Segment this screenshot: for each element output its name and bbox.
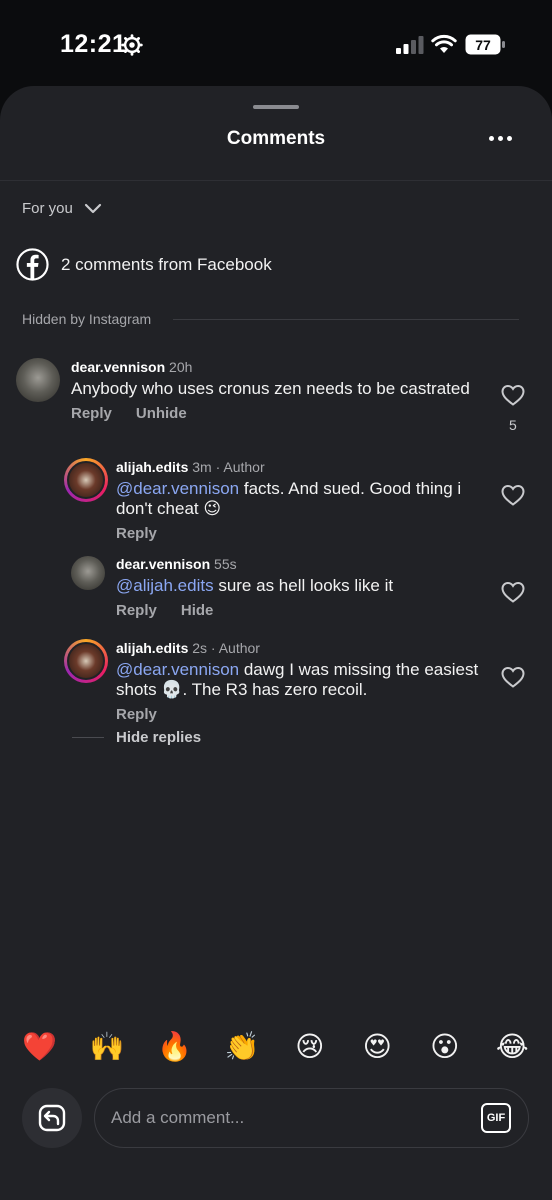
emoji-raised-hands[interactable]: 🙌 [84, 1030, 130, 1063]
heart-icon[interactable] [501, 581, 525, 603]
comments-sheet: Comments For you 2 comments from Faceboo… [0, 86, 552, 1200]
reply-text: @dear.vennison dawg I was missing the ea… [116, 660, 479, 699]
comment-input-field[interactable]: GIF [94, 1088, 529, 1148]
comment-username[interactable]: dear.vennison [71, 359, 165, 375]
reply-button[interactable]: Reply [71, 405, 112, 422]
heart-icon[interactable] [501, 384, 525, 406]
reply-time: 2s · Author [192, 640, 260, 656]
reply-text: @alijah.edits sure as hell looks like it [116, 576, 394, 595]
cellular-signal-icon [396, 36, 424, 54]
sheet-title: Comments [226, 128, 326, 149]
header-divider [0, 180, 552, 181]
avatar[interactable] [71, 556, 105, 590]
comment-input[interactable] [111, 1089, 471, 1147]
mention-link[interactable]: @dear.vennison [116, 660, 239, 679]
share-button[interactable] [22, 1088, 82, 1148]
reply-username[interactable]: alijah.edits [116, 640, 188, 656]
reply-username[interactable]: alijah.edits [116, 459, 188, 475]
comment-text: Anybody who uses cronus zen needs to be … [71, 379, 470, 398]
battery-level: 77 [475, 37, 491, 53]
more-options-button[interactable] [482, 124, 518, 152]
chevron-down-icon [84, 203, 101, 213]
share-icon [38, 1104, 66, 1132]
hide-replies-button[interactable]: Hide replies [72, 729, 201, 746]
facebook-comments-row[interactable]: 2 comments from Facebook [16, 248, 272, 281]
mention-link[interactable]: @alijah.edits [116, 576, 214, 595]
emoji-crying[interactable]: 😢 [287, 1030, 333, 1063]
emoji-laughing[interactable]: 😂 [489, 1030, 535, 1063]
hidden-by-instagram-divider: Hidden by Instagram [22, 311, 519, 327]
reply-text: @dear.vennison facts. And sued. Good thi… [116, 479, 462, 518]
emoji-quick-bar: ❤️ 🙌 🔥 👏 😢 😍 😮 😂 [0, 1030, 552, 1063]
facebook-icon [16, 248, 49, 281]
reply-button[interactable]: Reply [116, 525, 157, 542]
facebook-comments-text: 2 comments from Facebook [61, 254, 272, 274]
avatar[interactable] [64, 458, 108, 502]
emoji-fire[interactable]: 🔥 [152, 1030, 198, 1063]
reply-username[interactable]: dear.vennison [116, 556, 210, 572]
gear-icon [121, 34, 143, 56]
reply-comment: alijah.edits 2s · Author @dear.vennison … [116, 640, 486, 723]
hide-button[interactable]: Hide [181, 602, 214, 619]
heart-icon[interactable] [501, 666, 525, 688]
reply-button[interactable]: Reply [116, 602, 157, 619]
comment: dear.vennison 20h Anybody who uses cronu… [71, 359, 481, 422]
like-count: 5 [509, 417, 517, 433]
reply-comment: alijah.edits 3m · Author @dear.vennison … [116, 459, 486, 542]
reply-button[interactable]: Reply [116, 706, 157, 723]
avatar[interactable] [64, 639, 108, 683]
sheet-grabber[interactable] [253, 105, 299, 109]
avatar[interactable] [16, 358, 60, 402]
emoji-heart[interactable]: ❤️ [17, 1030, 63, 1063]
battery-icon: 77 [465, 34, 505, 55]
hidden-label: Hidden by Instagram [22, 311, 152, 327]
reply-time: 55s [214, 556, 237, 572]
emoji-heart-eyes[interactable]: 😍 [354, 1030, 400, 1063]
unhide-button[interactable]: Unhide [136, 405, 187, 422]
reply-time: 3m · Author [192, 459, 265, 475]
heart-icon[interactable] [501, 484, 525, 506]
wifi-icon [431, 34, 457, 53]
sort-label: For you [22, 200, 73, 217]
comment-meta: dear.vennison 20h [71, 359, 481, 375]
mention-link[interactable]: @dear.vennison [116, 479, 239, 498]
reply-comment: dear.vennison 55s @alijah.edits sure as … [116, 556, 486, 619]
emoji-surprised[interactable]: 😮 [422, 1030, 468, 1063]
status-time: 12:21 [60, 30, 127, 58]
emoji-clap[interactable]: 👏 [219, 1030, 265, 1063]
comment-time: 20h [169, 359, 193, 375]
sort-dropdown[interactable]: For you [22, 200, 103, 217]
status-bar: 12:21 77 [0, 0, 552, 88]
gif-button[interactable]: GIF [481, 1103, 511, 1133]
hide-replies-label: Hide replies [116, 729, 202, 746]
